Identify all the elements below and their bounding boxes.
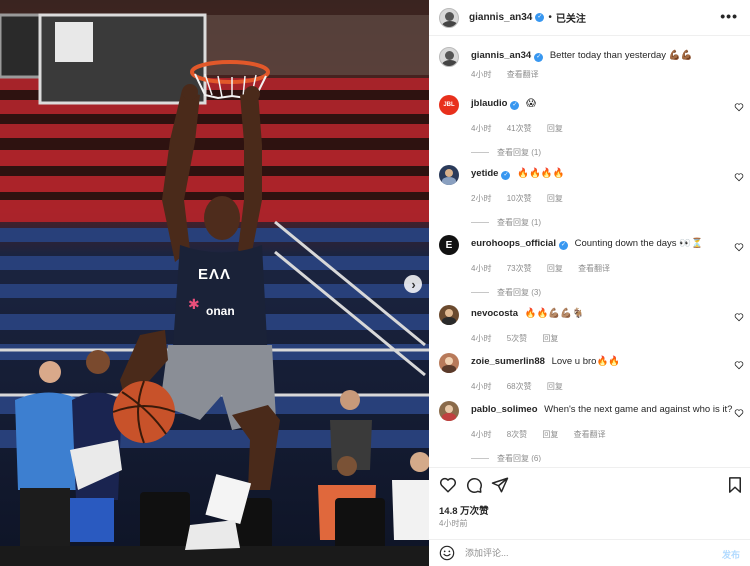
reply-button[interactable]: 回复 <box>547 264 563 273</box>
save-bookmark-icon[interactable] <box>726 476 744 494</box>
verified-badge-icon: ✓ <box>534 53 544 62</box>
comment-text: 🔥🔥💪🏽💪🏽🐐 <box>524 308 584 319</box>
like-heart-icon[interactable] <box>734 172 744 182</box>
author-avatar[interactable] <box>439 7 459 28</box>
sponsor-text: onan <box>206 304 235 318</box>
follow-status-button[interactable]: 已关注 <box>556 10 586 25</box>
jersey-text: ΕΛΛ <box>198 266 232 283</box>
commenter-avatar[interactable] <box>439 165 459 185</box>
verified-badge-icon: ✓ <box>558 241 568 250</box>
commenter-username[interactable]: yetide <box>471 168 498 179</box>
post-action-bar <box>429 467 750 501</box>
post-header: giannis_an34 ✓ • 已关注 ••• <box>429 0 750 36</box>
view-replies-label: 查看回复 (1) <box>497 218 541 227</box>
view-replies-link[interactable]: 查看回复 (1) <box>471 147 541 158</box>
caption-username[interactable]: giannis_an34 <box>471 50 531 61</box>
commenter-username[interactable]: jblaudio <box>471 98 507 109</box>
view-replies-link[interactable]: 查看回复 (6) <box>471 453 541 462</box>
comment-text: 😱 <box>526 98 536 109</box>
comment-likes[interactable]: 68次赞 <box>507 382 532 391</box>
header-separator: • <box>548 12 552 23</box>
comment-time: 2小时 <box>471 194 492 203</box>
comment-likes[interactable]: 41次赞 <box>507 124 532 133</box>
more-options-icon[interactable]: ••• <box>720 9 738 23</box>
chevron-right-icon: › <box>411 276 416 292</box>
like-heart-icon[interactable] <box>734 360 744 370</box>
commenter-avatar[interactable] <box>439 353 459 373</box>
comment-likes[interactable]: 8次赞 <box>507 430 527 439</box>
view-replies-label: 查看回复 (3) <box>497 288 541 297</box>
comment-time: 4小时 <box>471 264 492 273</box>
avatar-logo-text: E <box>445 239 453 251</box>
caption-time: 4小时 <box>471 70 492 79</box>
commenter-username[interactable]: nevocosta <box>471 308 518 319</box>
comment-time: 4小时 <box>471 382 492 391</box>
caption-translate-link[interactable]: 查看翻译 <box>507 70 539 79</box>
like-heart-icon[interactable] <box>734 242 744 252</box>
post-timestamp: 4小时前 <box>439 519 468 528</box>
view-replies-label: 查看回复 (6) <box>497 454 541 462</box>
like-heart-icon[interactable] <box>734 102 744 112</box>
comment-likes[interactable]: 10次赞 <box>507 194 532 203</box>
reply-button[interactable]: 回复 <box>547 194 563 203</box>
comment-likes[interactable]: 5次赞 <box>507 334 527 343</box>
comment-text: When's the next game and against who is … <box>544 404 733 415</box>
post-comment-button[interactable]: 发布 <box>722 548 740 561</box>
avatar-logo-text: JBL <box>443 102 455 108</box>
next-photo-button[interactable]: › <box>404 275 422 293</box>
comment-text: Counting down the days 👀⏳ <box>574 238 703 249</box>
share-paper-plane-icon[interactable] <box>491 476 509 494</box>
view-replies-link[interactable]: 查看回复 (1) <box>471 217 541 228</box>
comment-time: 4小时 <box>471 430 492 439</box>
commenter-avatar[interactable] <box>439 401 459 421</box>
like-count[interactable]: 14.8 万次赞 <box>439 503 489 517</box>
reply-button[interactable]: 回复 <box>542 334 558 343</box>
comment-time: 4小时 <box>471 124 492 133</box>
view-replies-link[interactable]: 查看回复 (3) <box>471 287 541 298</box>
comment-text: Love u bro🔥🔥 <box>551 356 621 367</box>
add-comment-input[interactable] <box>465 545 705 561</box>
sponsor-logo: ✱ <box>188 296 200 312</box>
like-heart-icon[interactable] <box>734 312 744 322</box>
commenter-avatar[interactable]: E <box>439 235 459 255</box>
commenter-username[interactable]: eurohoops_official <box>471 238 556 249</box>
comment-time: 4小时 <box>471 334 492 343</box>
comment-composer: 发布 <box>429 539 750 566</box>
translate-link[interactable]: 查看翻译 <box>574 430 606 439</box>
comment-text: 🔥🔥🔥🔥 <box>517 168 565 179</box>
like-heart-icon[interactable] <box>734 408 744 418</box>
commenter-username[interactable]: zoie_sumerlin88 <box>471 356 545 367</box>
emoji-picker-icon[interactable] <box>439 545 455 561</box>
post-side-panel: giannis_an34 ✓ • 已关注 ••• giannis_an34 ✓ B… <box>429 0 750 566</box>
basketball-dunk-photo <box>0 0 429 566</box>
verified-badge-icon: ✓ <box>501 171 511 180</box>
comment-bubble-icon[interactable] <box>465 476 483 494</box>
caption-author-avatar[interactable] <box>439 47 459 67</box>
comment-likes[interactable]: 73次赞 <box>507 264 532 273</box>
reply-button[interactable]: 回复 <box>547 124 563 133</box>
reply-button[interactable]: 回复 <box>547 382 563 391</box>
commenter-username[interactable]: pablo_solimeo <box>471 404 538 415</box>
view-replies-label: 查看回复 (1) <box>497 148 541 157</box>
like-heart-icon[interactable] <box>439 476 457 494</box>
post-photo[interactable]: ΕΛΛ onan ✱ › <box>0 0 429 566</box>
translate-link[interactable]: 查看翻译 <box>578 264 610 273</box>
caption-text: Better today than yesterday 💪🏾💪🏾 <box>549 50 693 61</box>
verified-badge-icon: ✓ <box>535 13 545 22</box>
comments-list[interactable]: giannis_an34 ✓ Better today than yesterda… <box>429 37 750 462</box>
verified-badge-icon: ✓ <box>510 101 520 110</box>
author-username[interactable]: giannis_an34 <box>469 12 532 23</box>
reply-button[interactable]: 回复 <box>542 430 558 439</box>
commenter-avatar[interactable] <box>439 305 459 325</box>
commenter-avatar[interactable]: JBL <box>439 95 459 115</box>
